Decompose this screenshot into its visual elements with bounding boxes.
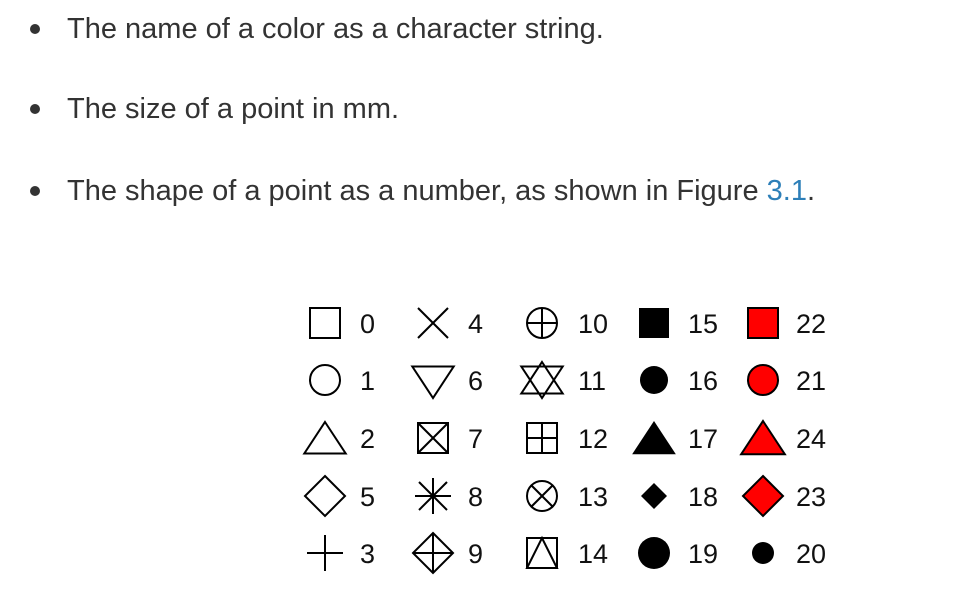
shape-code-label: 16 xyxy=(688,366,718,396)
bullet-item: The size of a point in mm. xyxy=(30,89,399,129)
filled-circle-large-symbol-icon xyxy=(638,537,670,569)
figure-link[interactable]: 3.1 xyxy=(767,175,807,208)
open-triangle-symbol-icon xyxy=(302,420,348,455)
shape-code-label: 13 xyxy=(578,482,608,512)
filled-triangle-symbol-icon xyxy=(632,421,676,455)
shape-code-label: 21 xyxy=(796,366,826,396)
shape-code-label: 22 xyxy=(796,309,826,339)
red-circle-symbol-icon xyxy=(747,364,779,396)
red-square-symbol-icon xyxy=(747,307,779,339)
filled-diamond-small-symbol-icon xyxy=(641,483,667,509)
open-circle-symbol-icon xyxy=(309,364,341,396)
square-triangle-symbol-icon xyxy=(525,535,559,569)
bullet-item: The name of a color as a character strin… xyxy=(30,9,604,49)
open-triangle-down-symbol-icon xyxy=(410,365,456,400)
shape-code-label: 5 xyxy=(360,482,375,512)
shape-code-label: 4 xyxy=(468,309,483,339)
red-triangle-symbol-icon xyxy=(739,419,787,456)
shape-code-label: 6 xyxy=(468,366,483,396)
point-shapes-grid: 0125346789101112131415161718192221242320 xyxy=(302,307,826,575)
shape-code-label: 7 xyxy=(468,424,483,454)
shape-code-label: 11 xyxy=(578,366,606,396)
shape-code-label: 15 xyxy=(688,309,718,339)
bullet-text: The size of a point in mm. xyxy=(67,92,400,125)
bullet-dot xyxy=(30,104,40,114)
circle-plus-symbol-icon xyxy=(526,307,558,339)
plus-symbol-icon xyxy=(307,535,343,571)
filled-circle-small-symbol-icon xyxy=(752,542,774,564)
shape-code-label: 19 xyxy=(688,539,718,569)
filled-square-symbol-icon xyxy=(639,308,669,338)
square-plus-symbol-icon xyxy=(526,422,558,454)
red-diamond-symbol-icon xyxy=(741,474,785,518)
shape-code-label: 1 xyxy=(360,366,375,396)
shape-code-label: 23 xyxy=(796,482,826,512)
cross-symbol-icon xyxy=(417,307,449,339)
shape-code-label: 2 xyxy=(360,424,375,454)
shape-code-label: 0 xyxy=(360,309,375,339)
shape-code-label: 17 xyxy=(688,424,718,454)
bullet-item: The shape of a point as a number, as sho… xyxy=(30,171,815,211)
bullet-text: The name of a color as a character strin… xyxy=(67,12,604,45)
circle-cross-symbol-icon xyxy=(526,480,558,512)
bullet-text-end: . xyxy=(806,174,816,207)
shape-code-label: 14 xyxy=(578,539,608,569)
shape-code-label: 20 xyxy=(796,539,826,569)
star-of-david-symbol-icon xyxy=(519,360,565,400)
shape-code-label: 24 xyxy=(796,424,826,454)
open-diamond-symbol-icon xyxy=(303,474,347,518)
shape-code-label: 8 xyxy=(468,482,483,512)
diamond-plus-symbol-icon xyxy=(411,531,455,575)
shape-code-label: 10 xyxy=(578,309,608,339)
filled-circle-symbol-icon xyxy=(640,366,668,394)
bullet-text: The shape of a point as a number, as sho… xyxy=(67,174,767,207)
asterisk-symbol-icon xyxy=(415,478,451,514)
open-square-symbol-icon xyxy=(309,307,341,339)
shape-code-label: 9 xyxy=(468,539,483,569)
point-shapes-figure: 0 1 2 5 3 4 6 7 8 9 10 11 12 13 14 15 16 17 18 19 22 21 24 23 20 xyxy=(290,290,850,590)
square-cross-symbol-icon xyxy=(417,422,449,454)
shape-code-label: 3 xyxy=(360,539,375,569)
bullet-dot xyxy=(30,24,40,34)
bullet-dot xyxy=(30,186,40,196)
shape-code-label: 12 xyxy=(578,424,608,454)
shape-code-label: 18 xyxy=(688,482,718,512)
